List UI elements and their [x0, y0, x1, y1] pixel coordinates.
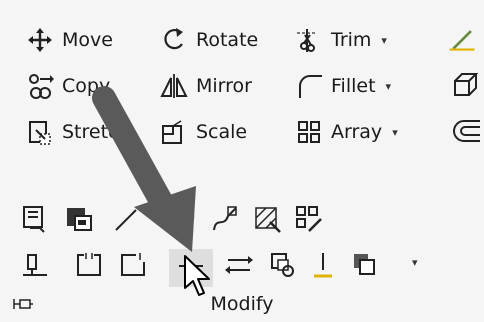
draworder-icon[interactable] — [20, 204, 50, 234]
join-icon[interactable] — [118, 250, 148, 280]
trim-dropdown-icon[interactable]: ▾ — [381, 34, 387, 47]
array-label: Array — [331, 121, 383, 143]
stretch-icon — [26, 118, 54, 146]
rotate-icon — [160, 26, 188, 54]
scale-icon — [160, 118, 188, 146]
panel-footer: Modify — [0, 288, 484, 322]
edit-polyline-icon[interactable] — [168, 204, 198, 234]
lengthen-icon[interactable] — [112, 204, 142, 234]
mouse-cursor-icon — [184, 255, 210, 296]
array-button[interactable]: Array ▾ — [295, 116, 398, 148]
align-icon[interactable] — [20, 250, 50, 280]
move-icon — [26, 26, 54, 54]
erase-icon[interactable] — [448, 24, 482, 54]
break-icon[interactable] — [74, 250, 104, 280]
draworder-dropdown-icon[interactable]: ▾ — [412, 256, 418, 269]
trim-icon — [295, 26, 323, 54]
explode-icon[interactable] — [452, 70, 482, 100]
mirror-icon — [160, 72, 188, 100]
edit-spline-icon[interactable] — [210, 204, 240, 234]
text-frontward-icon[interactable] — [64, 204, 94, 234]
move-label: Move — [62, 29, 113, 51]
modify-panel: Move Rotate Trim ▾ Copy Mirror Fillet ▾ … — [0, 0, 484, 322]
trim-button[interactable]: Trim ▾ — [295, 24, 387, 56]
fillet-button[interactable]: Fillet ▾ — [295, 70, 391, 102]
stretch-button[interactable]: Stretch — [26, 116, 131, 148]
trim-label: Trim — [331, 29, 372, 51]
mirror-label: Mirror — [196, 75, 252, 97]
stretch-label: Stretch — [62, 121, 131, 143]
set-by-layer-icon[interactable] — [308, 250, 338, 280]
reverse-icon[interactable] — [224, 250, 254, 280]
fillet-dropdown-icon[interactable]: ▾ — [386, 80, 392, 93]
copy-nested-icon[interactable] — [268, 250, 298, 280]
rotate-label: Rotate — [196, 29, 259, 51]
bring-to-front-icon[interactable] — [350, 250, 380, 280]
copy-button[interactable]: Copy — [26, 70, 110, 102]
mirror-button[interactable]: Mirror — [160, 70, 252, 102]
rotate-button[interactable]: Rotate — [160, 24, 258, 56]
fillet-label: Fillet — [331, 75, 376, 97]
move-button[interactable]: Move — [26, 24, 113, 56]
scale-label: Scale — [196, 121, 248, 143]
copy-icon — [26, 72, 54, 100]
edit-array-icon[interactable] — [294, 204, 324, 234]
offset-icon[interactable] — [452, 116, 482, 146]
edit-hatch-icon[interactable] — [252, 204, 282, 234]
array-dropdown-icon[interactable]: ▾ — [392, 126, 398, 139]
copy-label: Copy — [62, 75, 111, 97]
panel-title[interactable]: Modify — [0, 293, 484, 315]
scale-button[interactable]: Scale — [160, 116, 247, 148]
array-icon — [295, 118, 323, 146]
fillet-icon — [295, 72, 323, 100]
